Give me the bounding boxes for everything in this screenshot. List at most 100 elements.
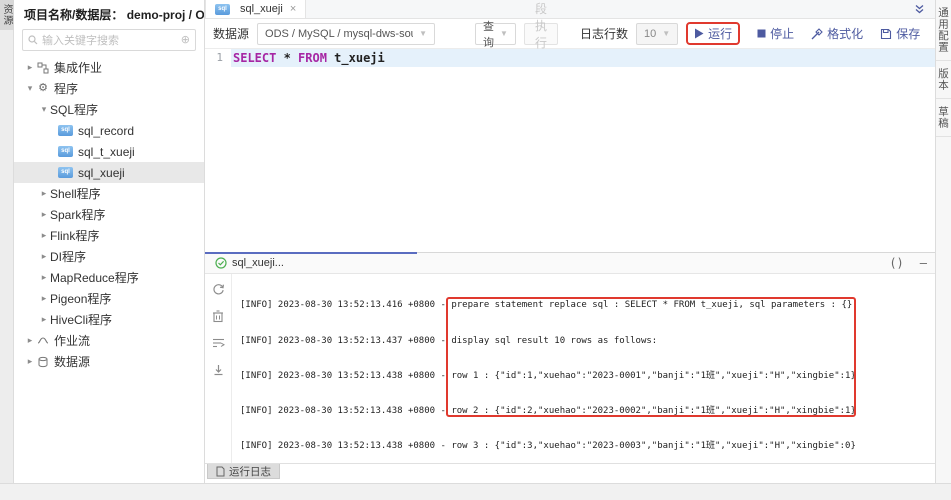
sidebar-item-flink-programs[interactable]: ▸ Flink程序 [14, 225, 204, 246]
log-lines-select[interactable]: 10 ▼ [636, 23, 678, 45]
rail-tab-general-config[interactable]: 通用配置 [936, 0, 951, 61]
wrap-lines-icon[interactable] [212, 336, 225, 350]
sidebar-item-sql-xueji[interactable]: sql sql_xueji [14, 162, 204, 183]
sidebar-item-integration-jobs[interactable]: ▸ 集成作业 [14, 57, 204, 78]
tab-sql-xueji[interactable]: sql sql_xueji × [205, 0, 306, 18]
sidebar-item-sql-t-xueji[interactable]: sql sql_t_xueji [14, 141, 204, 162]
format-button[interactable]: 格式化 [811, 25, 863, 42]
tree-item-label: sql_t_xueji [78, 145, 135, 159]
search-box[interactable]: 输入关键字搜索 ⊕ [22, 29, 196, 51]
active-log-tab-indicator [205, 252, 417, 254]
caret-right-icon[interactable]: ▸ [24, 335, 36, 346]
collapse-panel-button[interactable] [904, 0, 935, 18]
clear-log-icon[interactable] [212, 309, 224, 323]
format-button-label: 格式化 [827, 25, 863, 42]
project-title-label: 项目名称/数据层： [24, 8, 123, 22]
project-title-value: demo-proj / ODS [127, 8, 204, 22]
download-log-icon[interactable] [213, 363, 224, 377]
rail-tab-draft[interactable]: 草稿 [936, 99, 951, 137]
line-number: 1 [205, 49, 231, 67]
sidebar-item-shell-programs[interactable]: ▸ Shell程序 [14, 183, 204, 204]
file-tree: ▸ 集成作业 ▾ ⚙ 程序 ▾ SQL程序 sql sql_record sql… [14, 57, 204, 372]
caret-right-icon[interactable]: ▸ [38, 209, 50, 220]
tree-item-label: 数据源 [54, 353, 90, 370]
log-lines-label: 日志行数 [580, 25, 628, 42]
refresh-icon[interactable] [212, 282, 225, 296]
sql-file-icon: sql [58, 146, 73, 157]
datasource-label: 数据源 [213, 25, 249, 42]
sidebar-item-sql-programs[interactable]: ▾ SQL程序 [14, 99, 204, 120]
sidebar-item-hivecli-programs[interactable]: ▸ HiveCli程序 [14, 309, 204, 330]
caret-right-icon[interactable]: ▸ [38, 293, 50, 304]
caret-right-icon[interactable]: ▸ [38, 272, 50, 283]
right-rail: 通用配置 版本 草稿 [935, 0, 951, 483]
sidebar-item-sql-record[interactable]: sql sql_record [14, 120, 204, 141]
tree-item-label: 程序 [54, 80, 78, 97]
segment-exec-button: 分段执行符号 [524, 23, 558, 45]
caret-right-icon[interactable]: ▸ [24, 62, 36, 73]
sql-editor[interactable]: 1 SELECT * FROM t_xueji [205, 49, 935, 252]
log-footer: 运行日志 [205, 464, 935, 482]
save-button[interactable]: 保存 [880, 25, 920, 42]
log-line: [INFO] 2023-08-30 13:52:13.437 +0800 - d… [240, 336, 935, 348]
integration-icon [36, 62, 50, 74]
datasource-select[interactable]: ODS / MySQL / mysql-dws-source ▼ [257, 23, 435, 45]
sidebar-item-pigeon-programs[interactable]: ▸ Pigeon程序 [14, 288, 204, 309]
tree-item-label: sql_record [78, 124, 134, 138]
tree-item-label: Shell程序 [50, 185, 101, 202]
code-line[interactable]: SELECT * FROM t_xueji [231, 49, 935, 67]
document-icon [216, 466, 225, 477]
minimize-icon[interactable]: — [912, 256, 935, 270]
collapse-all-icon[interactable]: ⊕ [181, 35, 190, 46]
sidebar-item-datasources[interactable]: ▸ 数据源 [14, 351, 204, 372]
sql-file-icon: sql [58, 125, 73, 136]
editor-line-1[interactable]: 1 SELECT * FROM t_xueji [205, 49, 935, 67]
sidebar-item-workflows[interactable]: ▸ 作业流 [14, 330, 204, 351]
log-panel: sql_xueji... () — [INFO] 2023-08-30 13:5… [205, 252, 935, 483]
toolbar-actions: 运行 停止 格式化 保存 提交 [686, 22, 951, 45]
rail-tab-resources[interactable]: 资源 [0, 0, 14, 30]
datasource-value: ODS / MySQL / mysql-dws-source [265, 28, 413, 40]
caret-right-icon[interactable]: ▸ [24, 356, 36, 367]
editor-tabbar: sql sql_xueji × [205, 0, 935, 19]
search-input[interactable]: 输入关键字搜索 [42, 32, 181, 48]
caret-right-icon[interactable]: ▸ [38, 314, 50, 325]
run-button-label: 运行 [708, 25, 732, 42]
sql-star: * [276, 51, 298, 65]
caret-right-icon[interactable]: ▸ [38, 230, 50, 241]
tree-item-label: MapReduce程序 [50, 269, 139, 286]
rail-tab-version[interactable]: 版本 [936, 61, 951, 99]
tree-item-label: Spark程序 [50, 206, 105, 223]
database-icon [36, 356, 50, 368]
tree-item-label: 作业流 [54, 332, 90, 349]
stop-button[interactable]: 停止 [757, 25, 794, 42]
stop-button-label: 停止 [770, 25, 794, 42]
chevron-down-icon: ▼ [500, 29, 508, 38]
sidebar-item-programs[interactable]: ▾ ⚙ 程序 [14, 78, 204, 99]
tree-item-label: Flink程序 [50, 227, 99, 244]
tab-label: sql_xueji [240, 3, 283, 15]
log-lines-value: 10 [644, 28, 656, 40]
caret-down-icon[interactable]: ▾ [38, 104, 50, 115]
caret-right-icon[interactable]: ▸ [38, 188, 50, 199]
caret-right-icon[interactable]: ▸ [38, 251, 50, 262]
sidebar-item-mapreduce-programs[interactable]: ▸ MapReduce程序 [14, 267, 204, 288]
log-output[interactable]: [INFO] 2023-08-30 13:52:13.416 +0800 - p… [232, 274, 935, 463]
close-icon[interactable]: × [290, 3, 296, 15]
format-icon [811, 28, 823, 40]
log-tab-label: sql_xueji... [232, 257, 284, 269]
chevron-down-icon: ▼ [419, 29, 427, 38]
log-tab-sql-xueji[interactable]: sql_xueji... [205, 253, 294, 273]
save-icon [880, 28, 892, 40]
query-mode-select[interactable]: 查询 ▼ [475, 23, 516, 45]
code-view-icon[interactable]: () [881, 256, 911, 270]
sidebar-item-di-programs[interactable]: ▸ DI程序 [14, 246, 204, 267]
tree-item-label: Pigeon程序 [50, 290, 111, 307]
run-log-tab[interactable]: 运行日志 [207, 464, 280, 479]
sidebar-item-spark-programs[interactable]: ▸ Spark程序 [14, 204, 204, 225]
run-button[interactable]: 运行 [686, 22, 740, 45]
sql-keyword: FROM [298, 51, 327, 65]
caret-down-icon[interactable]: ▾ [24, 83, 36, 94]
sidebar: 项目名称/数据层： demo-proj / ODS 输入关键字搜索 ⊕ ▸ 集成… [14, 0, 205, 483]
log-body: [INFO] 2023-08-30 13:52:13.416 +0800 - p… [205, 274, 935, 464]
